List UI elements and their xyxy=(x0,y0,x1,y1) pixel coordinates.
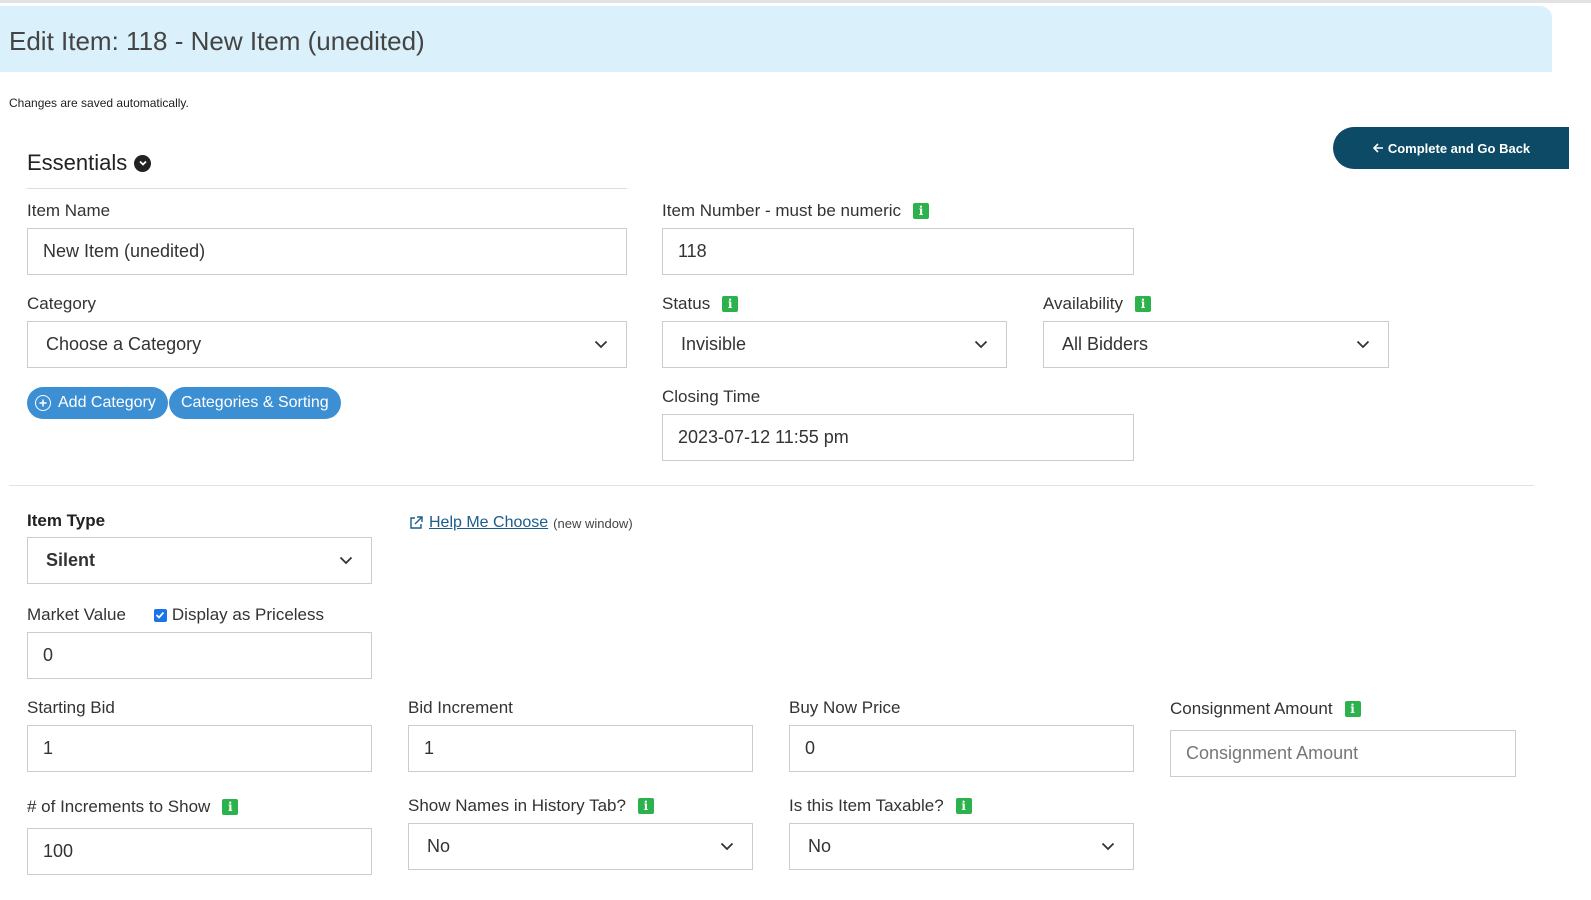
add-category-button[interactable]: Add Category xyxy=(27,387,168,419)
external-link-icon xyxy=(410,516,423,529)
chevron-down-icon xyxy=(720,840,734,854)
chevron-down-icon xyxy=(974,338,988,352)
info-icon[interactable]: i xyxy=(722,296,739,312)
display-as-priceless[interactable]: Display as Priceless xyxy=(153,605,325,625)
item-type-label: Item Type xyxy=(27,511,105,531)
market-value-input[interactable] xyxy=(27,632,372,679)
bid-increment-input[interactable] xyxy=(408,725,753,772)
checkbox-checked-icon[interactable] xyxy=(153,608,167,622)
buy-now-price-input[interactable] xyxy=(789,725,1134,772)
page-header: Edit Item: 118 - New Item (unedited) xyxy=(0,6,1552,72)
taxable-label-text: Is this Item Taxable? xyxy=(789,796,944,815)
availability-selected-value: All Bidders xyxy=(1062,334,1149,354)
status-select[interactable]: Invisible xyxy=(662,321,1007,368)
new-window-note: (new window) xyxy=(553,515,633,531)
help-me-choose-link[interactable]: Help Me Choose xyxy=(429,514,548,532)
complete-and-go-back-button[interactable]: Complete and Go Back xyxy=(1333,127,1569,169)
increments-to-show-input[interactable] xyxy=(27,828,372,875)
increments-to-show-label: # of Increments to Show i xyxy=(27,797,239,817)
bid-increment-label: Bid Increment xyxy=(408,698,513,718)
starting-bid-label-text: Starting Bid xyxy=(27,698,115,717)
item-number-input[interactable] xyxy=(662,228,1134,275)
item-number-label-text: Item Number - must be numeric xyxy=(662,201,902,220)
status-label: Status i xyxy=(662,294,739,314)
item-number-label: Item Number - must be numeric i xyxy=(662,201,930,221)
info-icon[interactable]: i xyxy=(637,798,654,814)
closing-time-label-text: Closing Time xyxy=(662,387,761,406)
category-label-text: Category xyxy=(27,294,96,313)
consignment-amount-label-text: Consignment Amount xyxy=(1170,699,1333,718)
closing-time-label: Closing Time xyxy=(662,387,760,407)
info-icon[interactable]: i xyxy=(1344,701,1361,717)
show-names-label-text: Show Names in History Tab? xyxy=(408,796,626,815)
chevron-down-icon xyxy=(1101,840,1115,854)
show-names-select[interactable]: No xyxy=(408,823,753,870)
top-border xyxy=(0,0,1591,3)
item-type-selected-value: Silent xyxy=(46,550,96,570)
arrow-left-icon xyxy=(1372,143,1383,153)
bid-increment-label-text: Bid Increment xyxy=(408,698,513,717)
categories-sorting-label: Categories & Sorting xyxy=(181,394,329,411)
item-name-input[interactable] xyxy=(27,228,627,275)
starting-bid-input[interactable] xyxy=(27,725,372,772)
buy-now-price-label-text: Buy Now Price xyxy=(789,698,901,717)
info-icon[interactable]: i xyxy=(913,203,930,219)
taxable-select[interactable]: No xyxy=(789,823,1134,870)
taxable-selected-value: No xyxy=(808,836,832,856)
item-type-label-text: Item Type xyxy=(27,511,106,530)
buy-now-price-label: Buy Now Price xyxy=(789,698,900,718)
essentials-title-text: Essentials xyxy=(27,150,128,175)
help-me-choose: Help Me Choose (new window) xyxy=(408,514,633,532)
market-value-label-text: Market Value xyxy=(27,605,126,624)
status-selected-value: Invisible xyxy=(681,334,747,354)
market-value-label: Market Value Display as Priceless xyxy=(27,605,324,625)
chevron-down-icon xyxy=(1356,338,1370,352)
closing-time-input[interactable] xyxy=(662,414,1134,461)
chevron-down-icon xyxy=(594,338,608,352)
consignment-amount-label: Consignment Amount i xyxy=(1170,699,1361,719)
item-type-select[interactable]: Silent xyxy=(27,537,372,584)
availability-label-text: Availability xyxy=(1043,294,1124,313)
autosave-note: Changes are saved automatically. xyxy=(9,96,189,110)
show-names-selected-value: No xyxy=(427,836,451,856)
section-divider xyxy=(27,188,627,189)
category-select[interactable]: Choose a Category xyxy=(27,321,627,368)
category-selected-value: Choose a Category xyxy=(46,334,202,354)
availability-label: Availability i xyxy=(1043,294,1152,314)
increments-to-show-label-text: # of Increments to Show xyxy=(27,797,211,816)
essentials-section-title[interactable]: Essentials xyxy=(27,150,152,176)
item-name-label: Item Name xyxy=(27,201,110,221)
starting-bid-label: Starting Bid xyxy=(27,698,115,718)
categories-sorting-button[interactable]: Categories & Sorting xyxy=(169,387,341,419)
info-icon[interactable]: i xyxy=(1135,296,1152,312)
page-title: Edit Item: 118 - New Item (unedited) xyxy=(9,26,425,56)
back-button-label: Complete and Go Back xyxy=(1387,140,1531,156)
plus-circle-icon xyxy=(35,395,51,411)
info-icon[interactable]: i xyxy=(955,798,972,814)
priceless-label-text: Display as Priceless xyxy=(171,605,325,624)
availability-select[interactable]: All Bidders xyxy=(1043,321,1389,368)
item-name-label-text: Item Name xyxy=(27,201,111,220)
add-category-label: Add Category xyxy=(58,394,156,411)
consignment-amount-input[interactable] xyxy=(1170,730,1516,777)
taxable-label: Is this Item Taxable? i xyxy=(789,796,972,816)
category-label: Category xyxy=(27,294,96,314)
section-divider xyxy=(9,485,1534,486)
show-names-label: Show Names in History Tab? i xyxy=(408,796,654,816)
chevron-down-icon[interactable] xyxy=(134,154,152,172)
chevron-down-icon xyxy=(339,554,353,568)
info-icon[interactable]: i xyxy=(222,799,239,815)
status-label-text: Status xyxy=(662,294,711,313)
